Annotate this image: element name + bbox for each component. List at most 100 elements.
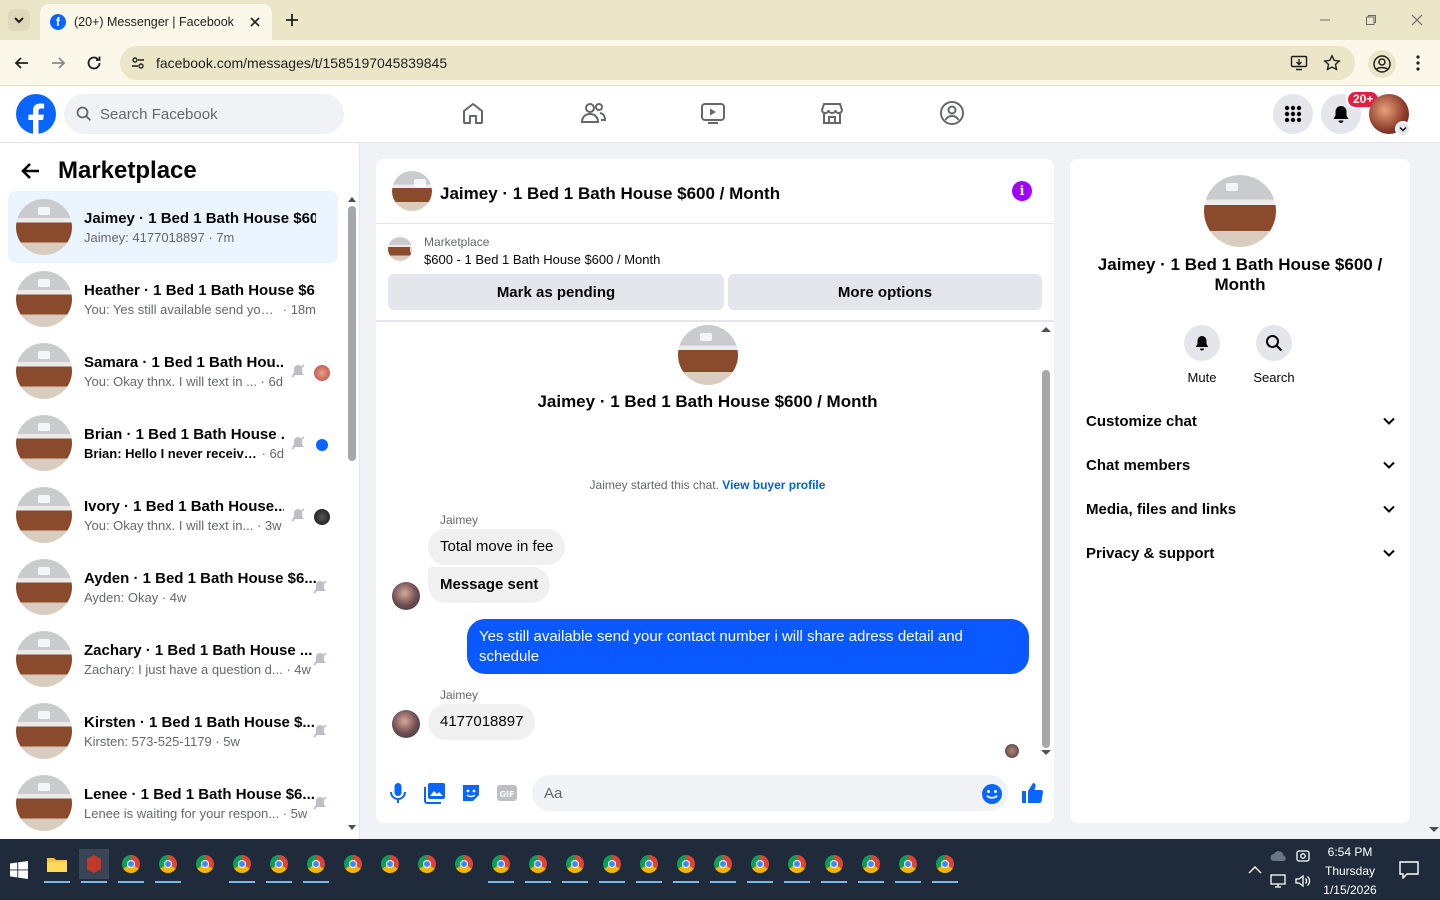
minimize-button[interactable] bbox=[1302, 0, 1348, 40]
back-arrow-button[interactable] bbox=[20, 160, 42, 182]
tab-search-dropdown-button[interactable] bbox=[8, 9, 30, 31]
taskbar-chrome[interactable] bbox=[671, 849, 701, 883]
account-menu-chevron[interactable] bbox=[1395, 121, 1411, 137]
chat-scrollbar[interactable] bbox=[1039, 322, 1053, 762]
bookmark-button[interactable] bbox=[1323, 54, 1341, 72]
privacy-support-section[interactable]: Privacy & support bbox=[1086, 533, 1396, 573]
more-options-button[interactable]: More options bbox=[728, 274, 1042, 310]
start-button[interactable] bbox=[4, 855, 34, 885]
taskbar-chrome[interactable] bbox=[930, 849, 960, 883]
taskbar-chrome[interactable] bbox=[449, 849, 479, 879]
taskbar-clock[interactable]: 6:54 PM Thursday 1/15/2026 bbox=[1322, 843, 1378, 900]
nav-home[interactable] bbox=[460, 100, 486, 126]
taskbar-chrome[interactable] bbox=[634, 849, 664, 883]
forward-button[interactable] bbox=[48, 53, 68, 73]
mute-button[interactable]: Mute bbox=[1167, 325, 1237, 385]
site-info-icon[interactable] bbox=[130, 55, 146, 71]
taskbar-chrome[interactable] bbox=[745, 849, 775, 883]
nav-marketplace[interactable] bbox=[819, 100, 845, 126]
nav-friends[interactable] bbox=[580, 100, 606, 126]
taskbar-chrome[interactable] bbox=[486, 849, 516, 883]
taskbar-chrome[interactable] bbox=[819, 849, 849, 883]
taskbar-chrome[interactable] bbox=[856, 849, 886, 883]
mark-as-pending-button[interactable]: Mark as pending bbox=[388, 274, 724, 310]
search-in-chat-button[interactable]: Search bbox=[1239, 325, 1309, 385]
taskbar-chrome[interactable] bbox=[227, 849, 257, 883]
close-tab-button[interactable] bbox=[244, 17, 266, 27]
view-buyer-profile-link[interactable]: View buyer profile bbox=[722, 478, 825, 492]
nav-groups[interactable] bbox=[939, 100, 965, 126]
close-window-button[interactable] bbox=[1394, 0, 1440, 40]
taskbar-chrome[interactable] bbox=[412, 849, 442, 879]
conversation-item[interactable]: Brian · 1 Bed 1 Bath House ... Brian: He… bbox=[8, 407, 338, 479]
taskbar-chrome[interactable] bbox=[708, 849, 738, 883]
taskbar-chrome[interactable] bbox=[190, 849, 220, 879]
taskbar-chrome[interactable] bbox=[116, 849, 146, 883]
sticker-button[interactable] bbox=[460, 782, 482, 804]
sidebar-scrollbar[interactable] bbox=[347, 196, 356, 831]
back-button[interactable] bbox=[12, 53, 32, 73]
conversation-item[interactable]: Ayden · 1 Bed 1 Bath House $6... Ayden: … bbox=[8, 551, 338, 623]
volume-tray-icon[interactable] bbox=[1288, 870, 1318, 892]
media-files-links-section[interactable]: Media, files and links bbox=[1086, 489, 1396, 529]
customize-chat-section[interactable]: Customize chat bbox=[1086, 401, 1396, 441]
page-scrollbar[interactable] bbox=[1428, 143, 1440, 839]
conversation-item[interactable]: Kirsten · 1 Bed 1 Bath House $... Kirste… bbox=[8, 695, 338, 767]
taskbar-file-explorer[interactable] bbox=[42, 849, 72, 883]
attach-photo-button[interactable] bbox=[424, 782, 446, 804]
taskbar-chrome[interactable] bbox=[523, 849, 553, 883]
scrollbar-thumb[interactable] bbox=[1042, 370, 1050, 748]
menu-grid-button[interactable] bbox=[1273, 94, 1313, 134]
taskbar-chrome[interactable] bbox=[597, 849, 627, 883]
profile-button[interactable] bbox=[1368, 50, 1396, 78]
message-bubble-incoming[interactable]: 4177018897 bbox=[428, 704, 536, 740]
conversation-item[interactable]: Lenee · 1 Bed 1 Bath House $6... Lenee i… bbox=[8, 767, 338, 839]
photo-icon bbox=[424, 783, 445, 804]
meet-now-tray-icon[interactable] bbox=[1288, 841, 1318, 871]
message-bubble-incoming[interactable]: Message sent bbox=[428, 567, 551, 603]
voice-clip-button[interactable] bbox=[388, 782, 408, 804]
message-bubble-outgoing[interactable]: Yes still available send your contact nu… bbox=[467, 619, 1029, 674]
browser-tab-messenger[interactable]: f (20+) Messenger | Facebook bbox=[40, 4, 272, 40]
facebook-search-input[interactable]: Search Facebook bbox=[64, 94, 344, 134]
gif-button[interactable]: GIF bbox=[496, 782, 518, 804]
taskbar-app-active[interactable] bbox=[79, 849, 109, 883]
reload-button[interactable] bbox=[84, 53, 104, 73]
conversation-name: Ivory · 1 Bed 1 Bath House... bbox=[84, 497, 284, 515]
address-bar[interactable]: facebook.com/messages/t/1585197045839845 bbox=[120, 46, 1355, 80]
chat-members-section[interactable]: Chat members bbox=[1086, 445, 1396, 485]
conversation-item[interactable]: Jaimey · 1 Bed 1 Bath House $60... Jaime… bbox=[8, 191, 338, 263]
conversation-item[interactable]: Ivory · 1 Bed 1 Bath House... You: Okay … bbox=[8, 479, 338, 551]
conversation-item[interactable]: Heather · 1 Bed 1 Bath House $6... You: … bbox=[8, 263, 338, 335]
chat-title[interactable]: Jaimey · 1 Bed 1 Bath House $600 / Month bbox=[440, 184, 780, 204]
taskbar-chrome[interactable] bbox=[264, 849, 294, 883]
conversation-item[interactable]: Samara · 1 Bed 1 Bath Hou... You: Okay t… bbox=[8, 335, 338, 407]
nav-video[interactable] bbox=[700, 100, 726, 126]
chat-header-thumbnail[interactable] bbox=[392, 171, 432, 211]
sender-avatar[interactable] bbox=[392, 710, 420, 738]
emoji-button[interactable] bbox=[981, 783, 1003, 805]
taskbar-chrome[interactable] bbox=[893, 849, 923, 883]
info-icon[interactable]: i bbox=[1012, 181, 1032, 201]
restore-button[interactable] bbox=[1348, 0, 1394, 40]
send-like-button[interactable] bbox=[1020, 781, 1044, 805]
conversation-time: 6d bbox=[269, 445, 284, 461]
taskbar-chrome[interactable] bbox=[338, 849, 368, 879]
scrollbar-thumb[interactable] bbox=[348, 206, 356, 461]
new-tab-button[interactable] bbox=[282, 10, 302, 30]
taskbar-chrome[interactable] bbox=[782, 849, 812, 883]
taskbar-chrome[interactable] bbox=[153, 849, 183, 883]
mute-label: Mute bbox=[1187, 370, 1217, 385]
taskbar-chrome[interactable] bbox=[375, 849, 405, 879]
message-bubble-incoming[interactable]: Total move in fee bbox=[428, 529, 566, 565]
browser-menu-button[interactable] bbox=[1410, 54, 1426, 72]
facebook-logo[interactable] bbox=[16, 94, 56, 134]
message-input[interactable]: Aa bbox=[532, 775, 1008, 811]
install-app-button[interactable] bbox=[1290, 54, 1308, 72]
conversation-item[interactable]: Zachary · 1 Bed 1 Bath House ... Zachary… bbox=[8, 623, 338, 695]
sender-avatar[interactable] bbox=[392, 582, 420, 610]
details-thumbnail[interactable] bbox=[1204, 175, 1276, 247]
taskbar-chrome[interactable] bbox=[301, 849, 331, 883]
taskbar-chrome[interactable] bbox=[560, 849, 590, 883]
notification-center-button[interactable] bbox=[1394, 855, 1424, 885]
